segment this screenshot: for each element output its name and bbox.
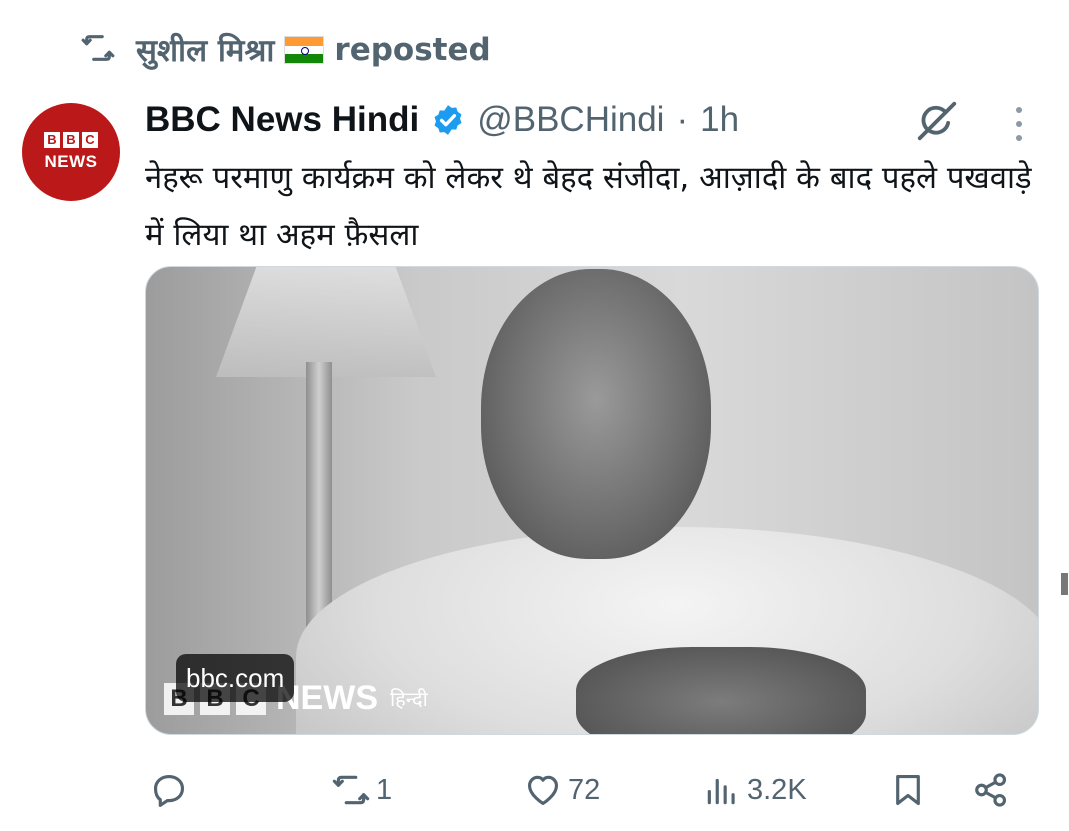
reply-button[interactable] xyxy=(150,762,194,818)
more-icon[interactable] xyxy=(1004,104,1034,144)
views-button[interactable]: 3.2K xyxy=(703,762,807,818)
tweet-text: नेहरू परमाणु कार्यक्रम को लेकर थे बेहद स… xyxy=(145,160,1032,253)
reposted-text: reposted xyxy=(334,32,491,68)
repost-icon xyxy=(78,31,118,69)
scrollbar-thumb[interactable] xyxy=(1061,573,1068,595)
repost-button[interactable]: 1 xyxy=(332,762,392,818)
share-icon xyxy=(972,771,1010,809)
photo-lamp xyxy=(216,267,436,377)
repost-label[interactable]: सुशील मिश्रा reposted xyxy=(136,29,491,71)
avatar-news-text: NEWS xyxy=(44,152,98,171)
verified-badge-icon[interactable] xyxy=(431,103,465,137)
link-domain-chip[interactable]: bbc.com xyxy=(176,654,295,702)
tweet-media-card[interactable]: B B C NEWS हिन्दी bbc.com xyxy=(145,266,1039,735)
repost-count: 1 xyxy=(376,773,393,806)
tweet-header: BBC News Hindi @BBCHindi · 1h xyxy=(145,98,739,142)
share-button[interactable] xyxy=(972,762,1010,818)
repost-icon xyxy=(332,771,370,809)
watermark-hindi: हिन्दी xyxy=(390,687,428,711)
author-avatar[interactable]: B B C NEWS xyxy=(22,103,120,201)
author-handle[interactable]: @BBCHindi xyxy=(477,100,664,140)
logo-block: B xyxy=(63,132,79,148)
views-count: 3.2K xyxy=(747,773,807,806)
author-name[interactable]: BBC News Hindi xyxy=(145,100,419,140)
views-icon xyxy=(703,771,741,809)
logo-block: B xyxy=(44,132,60,148)
like-button[interactable]: 72 xyxy=(524,762,600,818)
repost-context: सुशील मिश्रा reposted xyxy=(78,28,491,72)
photo-portrait xyxy=(481,269,711,559)
tweet-time[interactable]: 1h xyxy=(700,100,739,140)
heart-icon xyxy=(524,771,562,809)
bookmark-icon xyxy=(889,771,927,809)
like-count: 72 xyxy=(568,773,601,806)
grok-icon[interactable] xyxy=(914,98,960,144)
bookmark-button[interactable] xyxy=(889,762,927,818)
bbc-logo-blocks: B B C xyxy=(44,132,98,148)
reposter-name[interactable]: सुशील मिश्रा xyxy=(136,29,274,71)
reply-icon xyxy=(150,771,188,809)
tweet-actions: 1 72 3.2K xyxy=(0,762,1069,818)
meta-separator: · xyxy=(676,100,689,139)
india-flag-icon xyxy=(284,36,325,64)
logo-block: C xyxy=(82,132,98,148)
photo-hands xyxy=(576,647,866,734)
